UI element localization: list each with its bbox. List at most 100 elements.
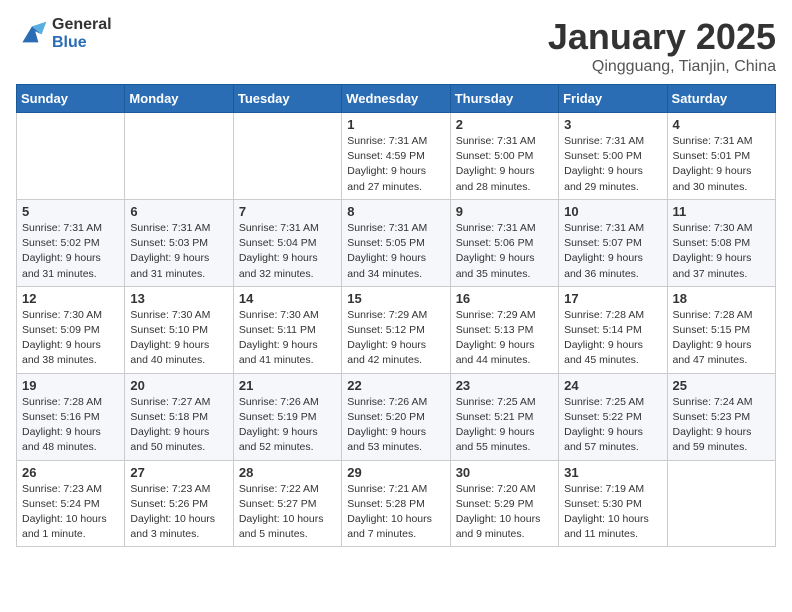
day-number: 23: [456, 378, 553, 393]
day-number: 31: [564, 465, 661, 480]
calendar-cell: 15 Sunrise: 7:29 AM Sunset: 5:12 PM Dayli…: [342, 286, 450, 373]
day-number: 24: [564, 378, 661, 393]
calendar-week-row: 12Sunrise: 7:30 AM Sunset: 5:09 PM Dayli…: [17, 286, 776, 373]
day-number: 12: [22, 291, 119, 306]
header-day: Friday: [559, 85, 667, 113]
calendar-cell: 13 Sunrise: 7:30 AM Sunset: 5:10 PM Dayli…: [125, 286, 233, 373]
logo-icon: [16, 20, 48, 48]
day-number: 10: [564, 204, 661, 219]
calendar-cell: [233, 113, 341, 200]
calendar-cell: 30Sunrise: 7:20 AM Sunset: 5:29 PM Dayli…: [450, 460, 558, 547]
day-number: 15: [347, 291, 444, 306]
day-number: 22: [347, 378, 444, 393]
day-number: 16: [456, 291, 553, 306]
header-day: Saturday: [667, 85, 775, 113]
calendar-cell: 26Sunrise: 7:23 AM Sunset: 5:24 PM Dayli…: [17, 460, 125, 547]
calendar-cell: [667, 460, 775, 547]
location-subtitle: Qingguang, Tianjin, China: [548, 58, 776, 76]
calendar-cell: 25 Sunrise: 7:24 AM Sunset: 5:23 PM Dayli…: [667, 373, 775, 460]
title-block: January 2025 Qingguang, Tianjin, China: [548, 16, 776, 76]
day-info: Sunrise: 7:29 AM Sunset: 5:13 PM Dayligh…: [456, 308, 553, 369]
header-day: Thursday: [450, 85, 558, 113]
calendar-cell: 20 Sunrise: 7:27 AM Sunset: 5:18 PM Dayli…: [125, 373, 233, 460]
day-info: Sunrise: 7:28 AM Sunset: 5:14 PM Dayligh…: [564, 308, 661, 369]
calendar-cell: 3 Sunrise: 7:31 AM Sunset: 5:00 PM Daylig…: [559, 113, 667, 200]
day-info: Sunrise: 7:31 AM Sunset: 5:03 PM Dayligh…: [130, 221, 227, 282]
day-number: 4: [673, 117, 770, 132]
calendar-header: SundayMondayTuesdayWednesdayThursdayFrid…: [17, 85, 776, 113]
day-number: 8: [347, 204, 444, 219]
calendar-cell: [17, 113, 125, 200]
logo: General Blue: [16, 16, 112, 52]
calendar-table: SundayMondayTuesdayWednesdayThursdayFrid…: [16, 84, 776, 547]
day-number: 28: [239, 465, 336, 480]
calendar-cell: 10 Sunrise: 7:31 AM Sunset: 5:07 PM Dayli…: [559, 199, 667, 286]
calendar-cell: 24 Sunrise: 7:25 AM Sunset: 5:22 PM Dayli…: [559, 373, 667, 460]
day-info: Sunrise: 7:30 AM Sunset: 5:08 PM Dayligh…: [673, 221, 770, 282]
day-info: Sunrise: 7:31 AM Sunset: 5:01 PM Dayligh…: [673, 134, 770, 195]
day-info: Sunrise: 7:28 AM Sunset: 5:15 PM Dayligh…: [673, 308, 770, 369]
calendar-cell: 9Sunrise: 7:31 AM Sunset: 5:06 PM Daylig…: [450, 199, 558, 286]
day-number: 21: [239, 378, 336, 393]
day-info: Sunrise: 7:24 AM Sunset: 5:23 PM Dayligh…: [673, 395, 770, 456]
day-number: 13: [130, 291, 227, 306]
day-info: Sunrise: 7:26 AM Sunset: 5:20 PM Dayligh…: [347, 395, 444, 456]
day-number: 5: [22, 204, 119, 219]
day-info: Sunrise: 7:23 AM Sunset: 5:24 PM Dayligh…: [22, 482, 119, 543]
day-number: 20: [130, 378, 227, 393]
calendar-cell: 18 Sunrise: 7:28 AM Sunset: 5:15 PM Dayli…: [667, 286, 775, 373]
day-number: 17: [564, 291, 661, 306]
calendar-cell: 29 Sunrise: 7:21 AM Sunset: 5:28 PM Dayli…: [342, 460, 450, 547]
header-day: Sunday: [17, 85, 125, 113]
header-day: Monday: [125, 85, 233, 113]
calendar-cell: [125, 113, 233, 200]
calendar-cell: 8 Sunrise: 7:31 AM Sunset: 5:05 PM Daylig…: [342, 199, 450, 286]
calendar-cell: 12Sunrise: 7:30 AM Sunset: 5:09 PM Dayli…: [17, 286, 125, 373]
day-number: 14: [239, 291, 336, 306]
day-info: Sunrise: 7:31 AM Sunset: 5:04 PM Dayligh…: [239, 221, 336, 282]
day-number: 18: [673, 291, 770, 306]
calendar-cell: 19 Sunrise: 7:28 AM Sunset: 5:16 PM Dayli…: [17, 373, 125, 460]
day-info: Sunrise: 7:31 AM Sunset: 5:02 PM Dayligh…: [22, 221, 119, 282]
day-number: 29: [347, 465, 444, 480]
calendar-cell: 14 Sunrise: 7:30 AM Sunset: 5:11 PM Dayli…: [233, 286, 341, 373]
day-info: Sunrise: 7:26 AM Sunset: 5:19 PM Dayligh…: [239, 395, 336, 456]
calendar-cell: 1Sunrise: 7:31 AM Sunset: 4:59 PM Daylig…: [342, 113, 450, 200]
calendar-cell: 11 Sunrise: 7:30 AM Sunset: 5:08 PM Dayli…: [667, 199, 775, 286]
day-info: Sunrise: 7:31 AM Sunset: 5:07 PM Dayligh…: [564, 221, 661, 282]
day-number: 9: [456, 204, 553, 219]
calendar-cell: 22 Sunrise: 7:26 AM Sunset: 5:20 PM Dayli…: [342, 373, 450, 460]
day-info: Sunrise: 7:31 AM Sunset: 5:05 PM Dayligh…: [347, 221, 444, 282]
month-title: January 2025: [548, 16, 776, 58]
day-info: Sunrise: 7:30 AM Sunset: 5:10 PM Dayligh…: [130, 308, 227, 369]
day-info: Sunrise: 7:31 AM Sunset: 4:59 PM Dayligh…: [347, 134, 444, 195]
day-info: Sunrise: 7:30 AM Sunset: 5:11 PM Dayligh…: [239, 308, 336, 369]
day-number: 7: [239, 204, 336, 219]
calendar-cell: 28 Sunrise: 7:22 AM Sunset: 5:27 PM Dayli…: [233, 460, 341, 547]
day-number: 25: [673, 378, 770, 393]
day-info: Sunrise: 7:29 AM Sunset: 5:12 PM Dayligh…: [347, 308, 444, 369]
day-info: Sunrise: 7:31 AM Sunset: 5:00 PM Dayligh…: [564, 134, 661, 195]
day-info: Sunrise: 7:22 AM Sunset: 5:27 PM Dayligh…: [239, 482, 336, 543]
calendar-cell: 4 Sunrise: 7:31 AM Sunset: 5:01 PM Daylig…: [667, 113, 775, 200]
calendar-cell: 16 Sunrise: 7:29 AM Sunset: 5:13 PM Dayli…: [450, 286, 558, 373]
page-header: General Blue January 2025 Qingguang, Tia…: [16, 16, 776, 76]
calendar-cell: 21 Sunrise: 7:26 AM Sunset: 5:19 PM Dayli…: [233, 373, 341, 460]
day-info: Sunrise: 7:19 AM Sunset: 5:30 PM Dayligh…: [564, 482, 661, 543]
header-day: Tuesday: [233, 85, 341, 113]
day-number: 11: [673, 204, 770, 219]
day-info: Sunrise: 7:27 AM Sunset: 5:18 PM Dayligh…: [130, 395, 227, 456]
day-info: Sunrise: 7:21 AM Sunset: 5:28 PM Dayligh…: [347, 482, 444, 543]
day-number: 3: [564, 117, 661, 132]
header-day: Wednesday: [342, 85, 450, 113]
calendar-cell: 7 Sunrise: 7:31 AM Sunset: 5:04 PM Daylig…: [233, 199, 341, 286]
calendar-cell: 6Sunrise: 7:31 AM Sunset: 5:03 PM Daylig…: [125, 199, 233, 286]
day-info: Sunrise: 7:25 AM Sunset: 5:22 PM Dayligh…: [564, 395, 661, 456]
calendar-week-row: 5 Sunrise: 7:31 AM Sunset: 5:02 PM Daylig…: [17, 199, 776, 286]
calendar-week-row: 1Sunrise: 7:31 AM Sunset: 4:59 PM Daylig…: [17, 113, 776, 200]
day-number: 19: [22, 378, 119, 393]
day-info: Sunrise: 7:28 AM Sunset: 5:16 PM Dayligh…: [22, 395, 119, 456]
calendar-cell: 5 Sunrise: 7:31 AM Sunset: 5:02 PM Daylig…: [17, 199, 125, 286]
calendar-cell: 2Sunrise: 7:31 AM Sunset: 5:00 PM Daylig…: [450, 113, 558, 200]
logo-text: General Blue: [52, 16, 112, 52]
